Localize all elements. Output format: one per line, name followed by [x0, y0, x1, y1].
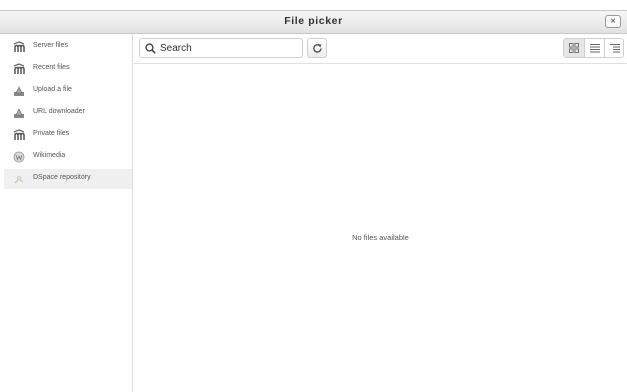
tree-view-button[interactable]	[604, 39, 624, 57]
url-download-icon	[14, 108, 24, 118]
tree-view-icon	[610, 44, 620, 53]
file-toolbar	[134, 34, 627, 64]
empty-message: No files available	[352, 233, 409, 242]
sidebar-item-upload-a-file[interactable]: Upload a file	[4, 81, 132, 101]
grid-view-icon	[569, 43, 579, 53]
moodle-icon	[13, 129, 25, 140]
sidebar-item-label: Wikimedia	[33, 152, 66, 159]
close-button[interactable]: ×	[605, 15, 621, 28]
title-bar: File picker ×	[0, 10, 627, 34]
sidebar-item-label: Upload a file	[33, 86, 72, 93]
dspace-icon	[14, 175, 24, 184]
view-switcher	[563, 38, 624, 58]
upload-icon	[14, 86, 24, 96]
moodle-icon	[13, 41, 25, 52]
refresh-icon	[313, 43, 322, 53]
sidebar-item-url-downloader[interactable]: URL downloader	[4, 103, 132, 123]
grid-view-button[interactable]	[564, 39, 584, 57]
dialog-title: File picker	[284, 15, 343, 27]
refresh-button[interactable]	[307, 38, 327, 58]
sidebar-item-server-files[interactable]: Server files	[4, 37, 132, 57]
search-box	[139, 38, 303, 58]
moodle-icon	[13, 63, 25, 74]
repository-sidebar: Server files Recent files Upload a file …	[0, 34, 133, 392]
search-icon	[145, 43, 156, 54]
sidebar-item-label: Recent files	[33, 64, 70, 71]
file-picker-dialog: File picker × Server files Recent files	[0, 0, 627, 392]
list-view-button[interactable]	[584, 39, 604, 57]
wikimedia-icon	[13, 151, 25, 163]
sidebar-item-label: Server files	[33, 42, 69, 49]
sidebar-item-label: Private files	[33, 130, 70, 137]
sidebar-item-label: URL downloader	[33, 108, 85, 115]
sidebar-item-private-files[interactable]: Private files	[4, 125, 132, 145]
sidebar-item-dspace-repository[interactable]: DSpace repository	[4, 169, 132, 189]
sidebar-item-wikimedia[interactable]: Wikimedia	[4, 147, 132, 167]
sidebar-item-recent-files[interactable]: Recent files	[4, 59, 132, 79]
list-view-icon	[590, 44, 600, 53]
file-list-area: No files available	[134, 64, 627, 392]
search-input[interactable]	[157, 40, 300, 56]
sidebar-item-label: DSpace repository	[33, 174, 91, 181]
